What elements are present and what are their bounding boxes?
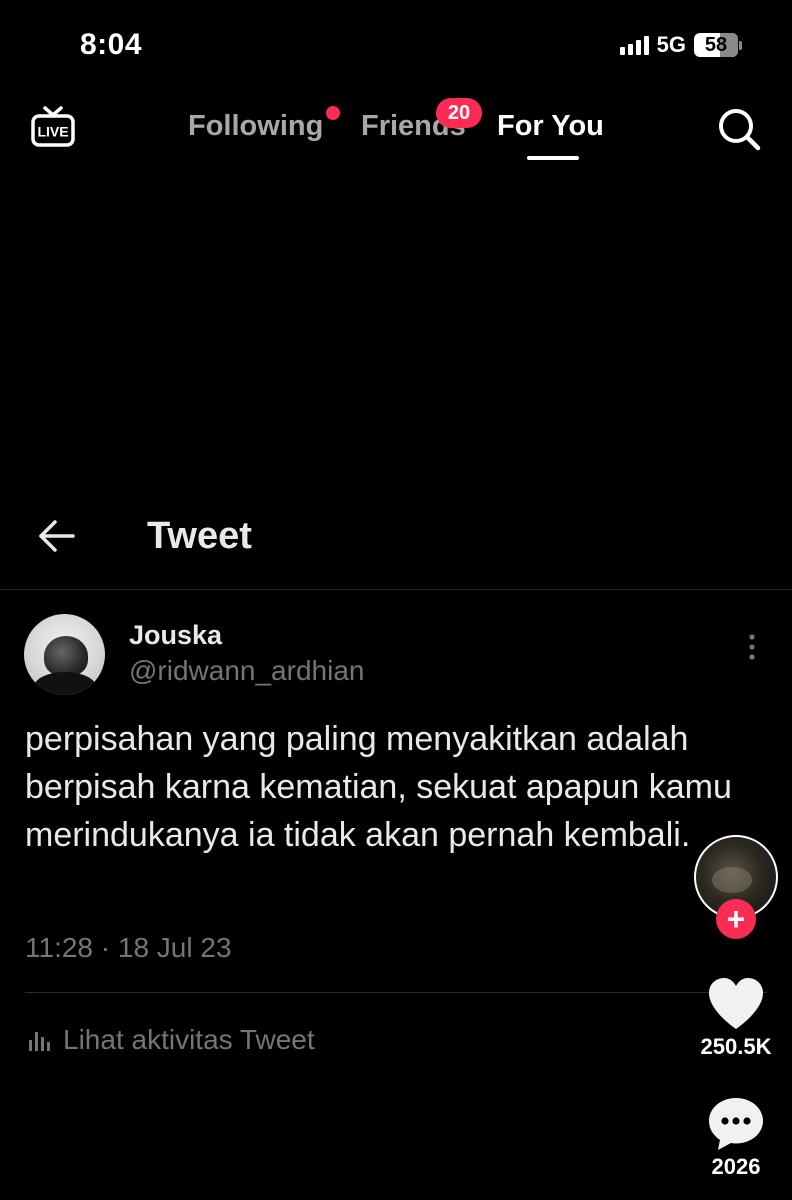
search-icon[interactable] — [716, 106, 762, 152]
network-label: 5G — [656, 32, 686, 57]
tweet-activity-link[interactable]: Lihat aktivitas Tweet — [27, 1024, 315, 1056]
status-indicators: 5G 58 — [619, 30, 742, 60]
bar-chart-icon — [29, 1032, 50, 1051]
author-avatar[interactable] — [24, 614, 105, 695]
author-name[interactable]: Jouska — [129, 620, 222, 651]
follow-button[interactable]: + — [716, 899, 756, 939]
content-divider — [25, 992, 767, 993]
like-count: 250.5K — [700, 1034, 772, 1059]
tweet-timestamp: 11:28 · 18 Jul 23 — [25, 932, 232, 963]
signal-icon — [619, 35, 649, 55]
live-label: LIVE — [37, 124, 68, 140]
battery-level: 58 — [704, 33, 728, 56]
tab-for-you[interactable]: For You — [497, 110, 604, 143]
following-notification-dot — [326, 106, 340, 120]
page-title: Tweet — [147, 515, 252, 557]
tweet-text: perpisahan yang paling menyakitkan adala… — [25, 720, 732, 854]
header-divider — [0, 589, 792, 590]
author-handle[interactable]: @ridwann_ardhian — [129, 655, 364, 687]
friends-badge: 20 — [436, 98, 482, 128]
comment-icon[interactable] — [707, 1096, 765, 1152]
battery-icon: 58 — [694, 33, 742, 57]
heart-icon[interactable] — [707, 977, 765, 1031]
comment-count: 2026 — [711, 1154, 761, 1179]
tweet-activity-label: Lihat aktivitas Tweet — [63, 1024, 315, 1055]
tab-following[interactable]: Following — [188, 110, 323, 143]
more-options-icon[interactable] — [746, 633, 758, 661]
back-arrow-icon[interactable] — [38, 518, 76, 554]
status-time: 8:04 — [80, 28, 143, 61]
live-icon[interactable]: LIVE — [30, 104, 76, 150]
active-tab-indicator — [527, 156, 579, 160]
